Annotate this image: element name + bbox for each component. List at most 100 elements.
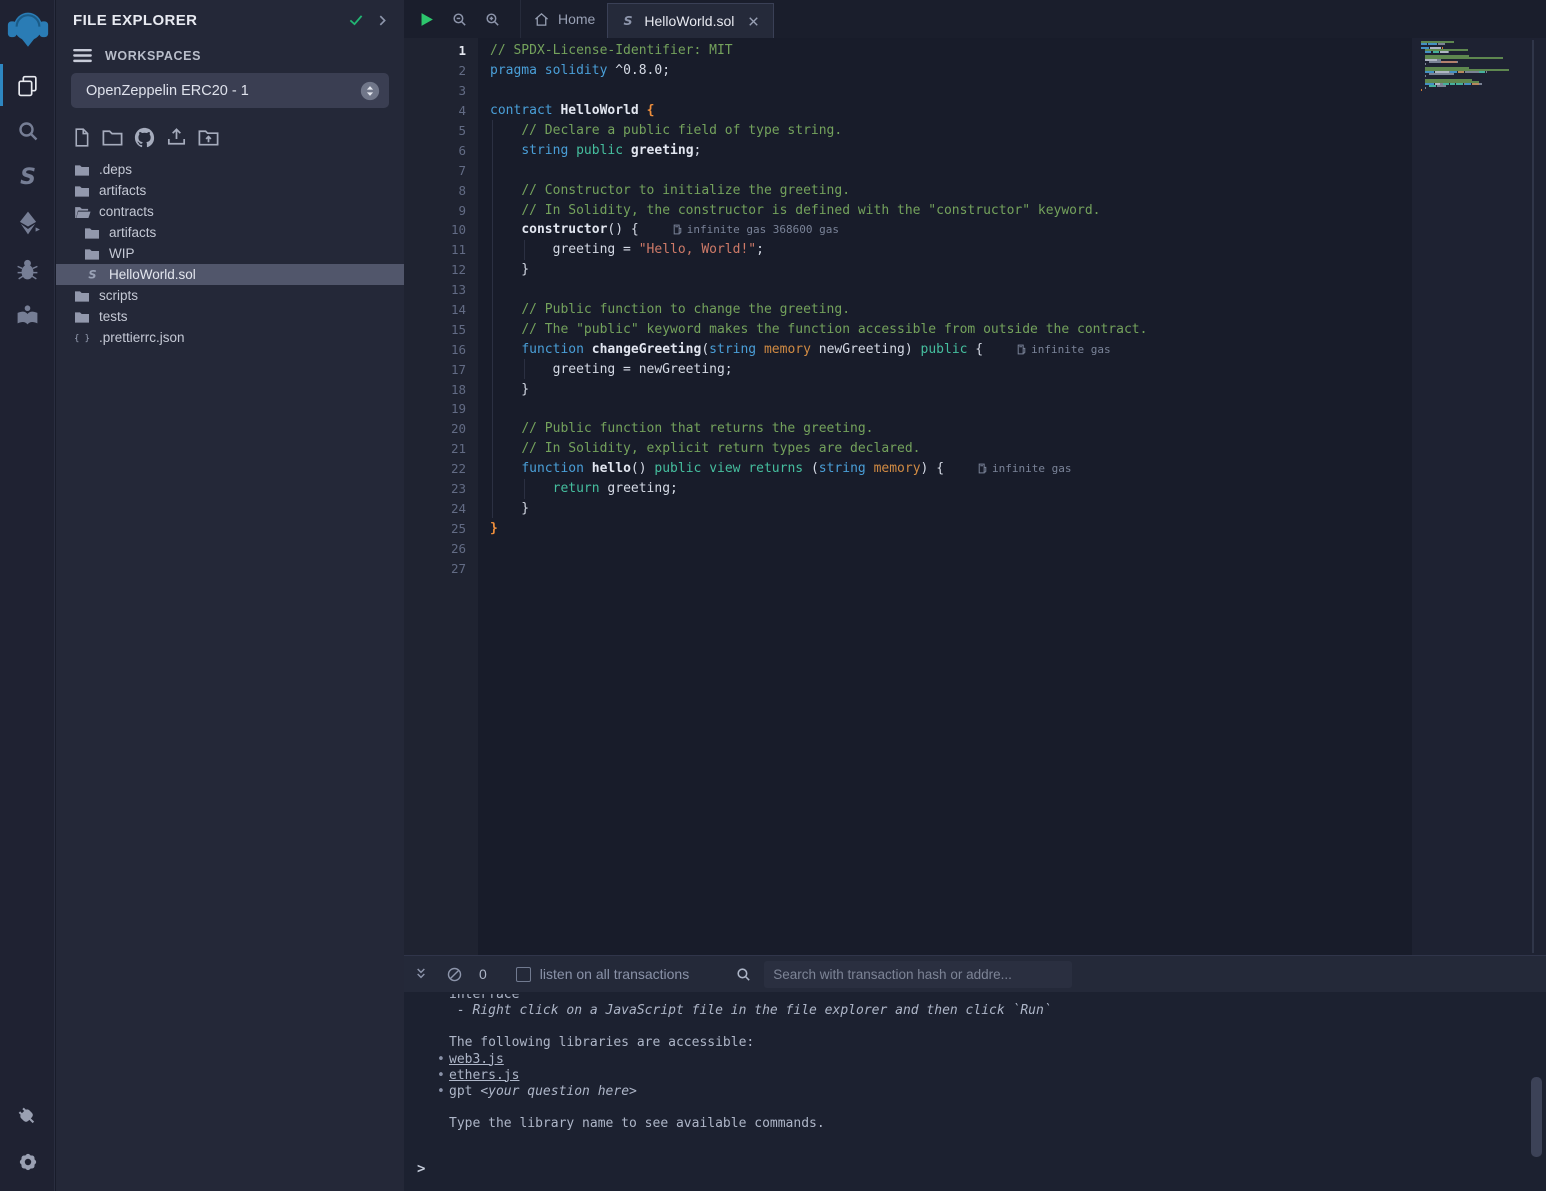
tree-item-artifacts[interactable]: artifacts	[56, 180, 404, 201]
line-number: 22	[404, 461, 478, 476]
activity-bar: S	[0, 0, 55, 1191]
code-line-17[interactable]: 17 greeting = newGreeting;	[404, 359, 1412, 379]
gas-estimate-badge[interactable]: infinite gas 368600 gas	[673, 223, 839, 236]
close-tab-icon[interactable]	[746, 14, 761, 29]
tab-helloworld-sol[interactable]: S HelloWorld.sol	[607, 3, 774, 38]
gas-estimate-badge[interactable]: infinite gas	[978, 462, 1071, 475]
clear-console-icon[interactable]	[446, 966, 463, 983]
line-text: // Constructor to initialize the greetin…	[490, 183, 850, 198]
solidity-compiler-icon[interactable]: S	[0, 154, 55, 200]
code-line-27[interactable]: 27	[404, 558, 1412, 578]
workspace-selected-value: OpenZeppelin ERC20 - 1	[86, 83, 359, 99]
terminal-scrollbar-thumb[interactable]	[1531, 1077, 1542, 1157]
terminal-output[interactable]: interface - Right click on a JavaScript …	[404, 992, 1546, 1177]
line-text: pragma solidity ^0.8.0;	[490, 63, 670, 78]
workspace-ok-check-icon[interactable]	[347, 11, 365, 29]
terminal-toolbar: 0 listen on all transactions	[404, 955, 1546, 992]
code-line-10[interactable]: 10 constructor() {infinite gas 368600 ga…	[404, 220, 1412, 240]
search-icon[interactable]	[0, 108, 55, 154]
tree-item-wip[interactable]: WIP	[56, 243, 404, 264]
tree-item-artifacts[interactable]: artifacts	[56, 222, 404, 243]
tree-item--deps[interactable]: .deps	[56, 159, 404, 180]
code-line-9[interactable]: 9 // In Solidity, the constructor is def…	[404, 200, 1412, 220]
new-file-icon[interactable]	[71, 126, 92, 149]
code-line-23[interactable]: 23 return greeting;	[404, 479, 1412, 499]
code-line-7[interactable]: 7	[404, 160, 1412, 180]
line-number: 21	[404, 441, 478, 456]
code-line-25[interactable]: 25}	[404, 518, 1412, 538]
tree-item-helloworld-sol[interactable]: SHelloWorld.sol	[56, 264, 404, 285]
code-line-3[interactable]: 3	[404, 81, 1412, 101]
code-line-11[interactable]: 11 greeting = "Hello, World!";	[404, 240, 1412, 260]
bullet: •	[437, 1068, 445, 1084]
file-explorer-panel: FILE EXPLORER WORKSPACES OpenZeppelin ER…	[56, 0, 404, 1191]
zoom-out-icon[interactable]	[451, 11, 468, 28]
editor-scrollbar[interactable]	[1532, 40, 1534, 953]
code-line-16[interactable]: 16 function changeGreeting(string memory…	[404, 339, 1412, 359]
workspace-sort-icon[interactable]	[359, 80, 381, 102]
settings-gear-icon[interactable]	[0, 1139, 55, 1185]
debugger-icon[interactable]	[0, 246, 55, 292]
code-line-20[interactable]: 20 // Public function that returns the g…	[404, 419, 1412, 439]
code-line-22[interactable]: 22 function hello() public view returns …	[404, 459, 1412, 479]
upload-folder-icon[interactable]	[197, 126, 220, 149]
tree-item-label: artifacts	[109, 225, 156, 240]
code-line-5[interactable]: 5 // Declare a public field of type stri…	[404, 121, 1412, 141]
terminal-search-input[interactable]	[764, 961, 1072, 988]
terminal-link-ethers-js[interactable]: ethers.js	[449, 1068, 519, 1083]
solidity-icon: S	[83, 267, 101, 282]
new-folder-icon[interactable]	[101, 126, 124, 149]
code-line-13[interactable]: 13	[404, 280, 1412, 300]
plugin-manager-icon[interactable]	[0, 1093, 55, 1139]
line-text: // Public function that returns the gree…	[490, 421, 874, 436]
learneth-icon[interactable]	[0, 292, 55, 338]
run-script-play-icon[interactable]	[418, 11, 435, 28]
code-line-8[interactable]: 8 // Constructor to initialize the greet…	[404, 180, 1412, 200]
line-number: 4	[404, 103, 478, 118]
code-line-18[interactable]: 18 }	[404, 379, 1412, 399]
tree-item-tests[interactable]: tests	[56, 306, 404, 327]
remix-logo[interactable]	[0, 6, 55, 56]
code-line-15[interactable]: 15 // The "public" keyword makes the fun…	[404, 319, 1412, 339]
code-line-6[interactable]: 6 string public greeting;	[404, 140, 1412, 160]
line-number: 16	[404, 342, 478, 357]
code-line-2[interactable]: 2pragma solidity ^0.8.0;	[404, 61, 1412, 81]
terminal-line: The following libraries are accessible:	[449, 1035, 1546, 1051]
editor-minimap[interactable]	[1412, 38, 1546, 955]
terminal-link-web3-js[interactable]: web3.js	[449, 1052, 504, 1067]
deploy-run-icon[interactable]	[0, 200, 55, 246]
line-text: // In Solidity, the constructor is defin…	[490, 203, 1101, 218]
tree-item--prettierrc-json[interactable]: { }.prettierrc.json	[56, 327, 404, 348]
collapse-panel-chevron-icon[interactable]	[375, 13, 390, 28]
tree-item-contracts[interactable]: contracts	[56, 201, 404, 222]
publish-gist-icon[interactable]	[165, 126, 188, 149]
code-line-4[interactable]: 4contract HelloWorld {	[404, 101, 1412, 121]
tab-home[interactable]: Home	[520, 0, 607, 38]
code-line-1[interactable]: 1// SPDX-License-Identifier: MIT	[404, 41, 1412, 61]
code-line-24[interactable]: 24 }	[404, 498, 1412, 518]
code-line-12[interactable]: 12 }	[404, 260, 1412, 280]
terminal-prompt[interactable]: >	[413, 1161, 1546, 1177]
code-line-21[interactable]: 21 // In Solidity, explicit return types…	[404, 439, 1412, 459]
bullet: •	[437, 1084, 445, 1100]
tree-item-scripts[interactable]: scripts	[56, 285, 404, 306]
tab-home-label: Home	[558, 11, 595, 27]
code-line-19[interactable]: 19	[404, 399, 1412, 419]
zoom-in-icon[interactable]	[484, 11, 501, 28]
collapse-terminal-icon[interactable]	[413, 966, 429, 982]
terminal-search-icon	[735, 966, 752, 983]
line-text: // Public function to change the greetin…	[490, 302, 850, 317]
code-editor[interactable]: 1// SPDX-License-Identifier: MIT2pragma …	[404, 38, 1546, 955]
code-line-26[interactable]: 26	[404, 538, 1412, 558]
workspace-select[interactable]: OpenZeppelin ERC20 - 1	[71, 73, 389, 108]
tree-item-label: tests	[99, 309, 128, 324]
gas-estimate-badge[interactable]: infinite gas	[1017, 343, 1110, 356]
clone-github-icon[interactable]	[133, 126, 156, 149]
line-text: }	[490, 501, 529, 516]
terminal-line: •ethers.js	[449, 1068, 1546, 1084]
code-line-14[interactable]: 14 // Public function to change the gree…	[404, 300, 1412, 320]
file-explorer-icon[interactable]	[0, 62, 55, 108]
workspaces-menu-icon[interactable]	[73, 48, 92, 63]
listen-transactions-checkbox[interactable]	[516, 967, 531, 982]
terminal-line: interface	[449, 994, 1546, 1003]
